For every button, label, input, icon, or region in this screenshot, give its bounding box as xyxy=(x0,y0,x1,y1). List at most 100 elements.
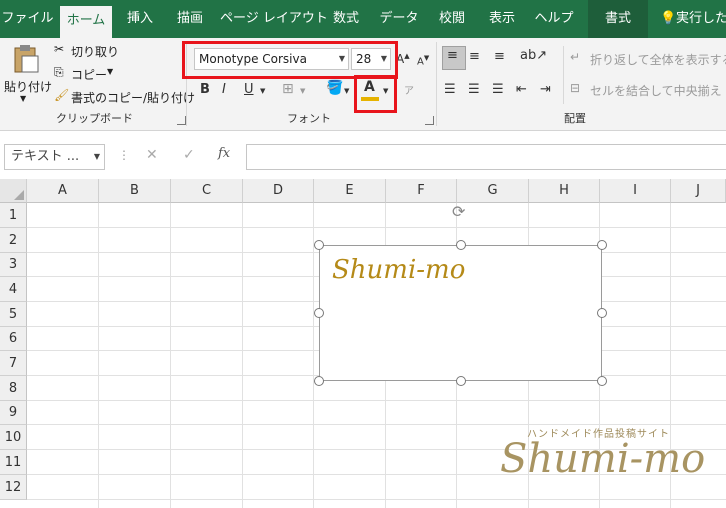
name-box[interactable]: テキスト ... ▼ xyxy=(4,144,105,170)
resize-handle-bottom-left[interactable] xyxy=(314,376,324,386)
copy-button[interactable]: ⎘ コピー ▼ xyxy=(54,65,124,83)
column-header-d[interactable]: D xyxy=(243,179,314,203)
scissors-icon: ✂ xyxy=(54,42,65,56)
row-header-2[interactable]: 2 xyxy=(0,228,27,253)
row-header-11[interactable]: 11 xyxy=(0,450,27,475)
paste-dropdown-icon: ▼ xyxy=(20,94,27,103)
row-header-9[interactable]: 9 xyxy=(0,401,27,425)
ribbon-home: 貼り付け ▼ ✂ 切り取り ⎘ コピー ▼ 🖌 書式のコピー/貼り付け クリップ… xyxy=(0,38,726,131)
column-header-i[interactable]: I xyxy=(600,179,671,203)
paste-label: 貼り付け xyxy=(4,80,53,94)
gridline xyxy=(98,203,99,508)
cancel-entry-button[interactable]: ✕ xyxy=(146,147,158,163)
row-header-10[interactable]: 10 xyxy=(0,425,27,450)
column-header-b[interactable]: B xyxy=(99,179,171,203)
text-box-content[interactable]: Shumi-mo xyxy=(332,255,465,285)
font-color-highlight xyxy=(354,75,397,113)
align-center-icon[interactable]: ☰ xyxy=(468,82,480,97)
row-header-12[interactable]: 12 xyxy=(0,475,27,500)
tab-format[interactable]: 書式 xyxy=(588,0,648,38)
row-header-3[interactable]: 3 xyxy=(0,253,27,277)
tab-view[interactable]: 表示 xyxy=(480,0,524,38)
select-all-corner[interactable] xyxy=(0,179,27,203)
insert-function-button[interactable]: fx xyxy=(218,146,230,161)
resize-handle-top-left[interactable] xyxy=(314,240,324,250)
orientation-icon[interactable]: ab↗ xyxy=(520,48,547,63)
column-header-a[interactable]: A xyxy=(27,179,99,203)
formula-bar-grip-icon: ⋮ xyxy=(118,148,130,162)
row-header-8[interactable]: 8 xyxy=(0,376,27,401)
tab-review[interactable]: 校閲 xyxy=(430,0,474,38)
bottom-align-icon[interactable]: ≡ xyxy=(494,49,505,64)
gridline xyxy=(170,203,171,508)
column-header-f[interactable]: F xyxy=(386,179,457,203)
phonetic-icon[interactable]: ア xyxy=(404,82,414,97)
decrease-indent-icon[interactable]: ⇤ xyxy=(516,82,527,97)
align-left-icon[interactable]: ☰ xyxy=(444,82,456,97)
column-header-c[interactable]: C xyxy=(171,179,243,203)
top-align-icon: ≡ xyxy=(447,48,458,63)
fill-color-icon[interactable]: 🪣 xyxy=(326,80,343,96)
resize-handle-top[interactable] xyxy=(456,240,466,250)
confirm-entry-button[interactable]: ✓ xyxy=(183,147,195,163)
font-settings-highlight xyxy=(182,41,398,79)
tab-data[interactable]: データ xyxy=(374,0,424,38)
clipboard-launcher-icon[interactable] xyxy=(177,116,186,125)
align-right-icon[interactable]: ☰ xyxy=(492,82,504,97)
format-painter-button[interactable]: 🖌 書式のコピー/貼り付け xyxy=(54,88,195,106)
gridline xyxy=(27,227,726,228)
formula-bar: テキスト ... ▼ ⋮ ✕ ✓ fx xyxy=(0,131,726,179)
column-header-h[interactable]: H xyxy=(529,179,600,203)
cut-button[interactable]: ✂ 切り取り xyxy=(54,42,124,60)
underline-button[interactable]: U xyxy=(244,82,254,97)
row-header-4[interactable]: 4 xyxy=(0,277,27,302)
fill-color-dropdown-icon[interactable]: ▼ xyxy=(344,87,349,95)
borders-dropdown-icon[interactable]: ▼ xyxy=(300,87,305,95)
resize-handle-left[interactable] xyxy=(314,308,324,318)
gridline xyxy=(313,203,314,508)
font-launcher-icon[interactable] xyxy=(425,116,434,125)
font-group-label: フォント xyxy=(287,112,331,125)
tab-formulas[interactable]: 数式 xyxy=(324,0,368,38)
tab-home[interactable]: ホーム xyxy=(60,6,112,38)
name-box-dropdown-icon: ▼ xyxy=(93,152,100,161)
gridline xyxy=(27,499,726,500)
column-header-g[interactable]: G xyxy=(457,179,529,203)
row-header-7[interactable]: 7 xyxy=(0,351,27,376)
column-header-j[interactable]: J xyxy=(671,179,726,203)
increase-indent-icon[interactable]: ⇥ xyxy=(540,82,551,97)
tab-draw[interactable]: 描画 xyxy=(168,0,212,38)
clipboard-group-label: クリップボード xyxy=(56,112,133,125)
top-align-button[interactable]: ≡ xyxy=(442,46,466,70)
tab-insert[interactable]: 挿入 xyxy=(118,0,162,38)
formula-input[interactable] xyxy=(246,144,726,170)
wrap-text-button[interactable]: ↵ 折り返して全体を表示する xyxy=(570,50,726,68)
italic-button[interactable]: I xyxy=(222,82,226,97)
alignment-group-label: 配置 xyxy=(564,112,586,125)
bold-button[interactable]: B xyxy=(200,82,210,97)
tab-page-layout[interactable]: ページ レイアウト xyxy=(220,0,328,38)
borders-icon[interactable]: ⊞ xyxy=(282,81,294,97)
paste-button[interactable]: 貼り付け ▼ xyxy=(4,44,52,106)
merge-center-button[interactable]: ⊟ セルを結合して中央揃え xyxy=(570,81,726,99)
middle-align-icon[interactable]: ≡ xyxy=(469,49,480,64)
group-divider xyxy=(436,42,437,126)
row-header-1[interactable]: 1 xyxy=(0,203,27,228)
resize-handle-bottom-right[interactable] xyxy=(597,376,607,386)
copy-icon: ⎘ xyxy=(54,65,64,79)
tab-help[interactable]: ヘルプ xyxy=(530,0,578,38)
increase-font-size-icon[interactable]: A▲ xyxy=(396,52,410,66)
merge-center-label: セルを結合して中央揃え xyxy=(590,84,722,98)
row-header-6[interactable]: 6 xyxy=(0,327,27,351)
copy-dropdown-icon: ▼ xyxy=(107,67,114,76)
row-header-5[interactable]: 5 xyxy=(0,302,27,327)
resize-handle-bottom[interactable] xyxy=(456,376,466,386)
column-header-e[interactable]: E xyxy=(314,179,386,203)
decrease-font-size-icon[interactable]: A▼ xyxy=(417,54,429,67)
underline-dropdown-icon[interactable]: ▼ xyxy=(260,87,265,95)
tab-file[interactable]: ファイル xyxy=(0,0,55,38)
rotate-handle-icon[interactable]: ⟳ xyxy=(452,202,465,221)
resize-handle-right[interactable] xyxy=(597,308,607,318)
tell-me-search[interactable]: 💡実行した xyxy=(660,0,726,38)
resize-handle-top-right[interactable] xyxy=(597,240,607,250)
